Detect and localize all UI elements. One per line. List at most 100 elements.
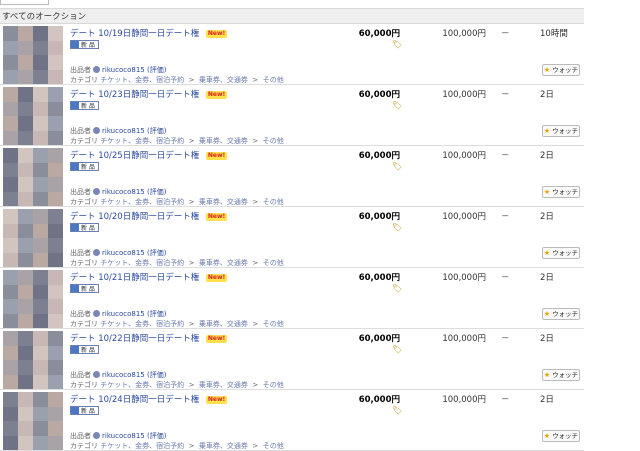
seller-name-link[interactable]: rikucoco815 xyxy=(102,188,145,196)
new-badge: New! xyxy=(205,30,228,38)
seller-line: 出品者 rikucoco815 (評価) xyxy=(70,187,166,197)
item-title[interactable]: デート 10/20日静岡一日デート権 xyxy=(70,212,199,222)
item-thumbnail[interactable] xyxy=(3,331,63,389)
item-thumbnail[interactable] xyxy=(3,26,63,84)
item-title-link[interactable]: デート 10/21日静岡一日デート権 New! xyxy=(70,271,228,283)
watch-label: ウォッチ xyxy=(552,432,579,440)
price-tag-icon: 🏷 xyxy=(392,223,403,232)
remaining-time: 10時間 xyxy=(540,29,568,39)
category-link-3[interactable]: その他 xyxy=(263,442,284,450)
category-link-3[interactable]: その他 xyxy=(263,259,284,267)
item-title[interactable]: デート 10/25日静岡一日デート権 xyxy=(70,151,199,161)
auction-list: デート 10/19日静岡一日デート権 New! 新 品 出品者 rikucoco8… xyxy=(0,24,584,451)
seller-rating-link[interactable]: (評価) xyxy=(147,249,166,257)
item-thumbnail[interactable] xyxy=(3,270,63,328)
item-title-link[interactable]: デート 10/22日静岡一日デート権 New! xyxy=(70,332,228,344)
category-link-2[interactable]: 乗車券、交通券 xyxy=(199,442,248,450)
item-title[interactable]: デート 10/23日静岡一日デート権 xyxy=(70,90,199,100)
search-box-edge[interactable] xyxy=(0,0,49,5)
price-tag-icon: 🏷 xyxy=(392,162,403,171)
category-prefix: カテゴリ xyxy=(70,320,98,328)
seller-name-link[interactable]: rikucoco815 xyxy=(102,249,145,257)
seller-name-link[interactable]: rikucoco815 xyxy=(102,66,145,74)
item-title-link[interactable]: デート 10/23日静岡一日デート権 New! xyxy=(70,88,228,100)
watch-button[interactable]: ★ ウォッチ xyxy=(542,186,580,198)
seller-rating-link[interactable]: (評価) xyxy=(147,310,166,318)
category-link-1[interactable]: チケット、金券、宿泊予約 xyxy=(100,381,184,389)
seller-line: 出品者 rikucoco815 (評価) xyxy=(70,65,166,75)
category-link-1[interactable]: チケット、金券、宿泊予約 xyxy=(100,259,184,267)
category-link-3[interactable]: その他 xyxy=(263,137,284,145)
category-link-2[interactable]: 乗車券、交通券 xyxy=(199,137,248,145)
star-icon: ★ xyxy=(543,66,551,74)
watch-button[interactable]: ★ ウォッチ xyxy=(542,125,580,137)
category-link-1[interactable]: チケット、金券、宿泊予約 xyxy=(100,442,184,450)
item-title[interactable]: デート 10/22日静岡一日デート権 xyxy=(70,334,199,344)
watch-button[interactable]: ★ ウォッチ xyxy=(542,369,580,381)
condition-label: 新 品 xyxy=(81,286,95,293)
seller-name-link[interactable]: rikucoco815 xyxy=(102,371,145,379)
item-title-link[interactable]: デート 10/24日静岡一日デート権 New! xyxy=(70,393,228,405)
category-link-3[interactable]: その他 xyxy=(263,198,284,206)
seller-rating-link[interactable]: (評価) xyxy=(147,432,166,440)
seller-prefix: 出品者 xyxy=(70,371,91,379)
seller-prefix: 出品者 xyxy=(70,432,91,440)
category-link-3[interactable]: その他 xyxy=(263,320,284,328)
watch-button[interactable]: ★ ウォッチ xyxy=(542,308,580,320)
condition-label: 新 品 xyxy=(81,164,95,171)
category-link-1[interactable]: チケット、金券、宿泊予約 xyxy=(100,137,184,145)
buy-now-price: 100,000円 xyxy=(442,151,486,161)
watch-button[interactable]: ★ ウォッチ xyxy=(542,247,580,259)
seller-avatar-icon xyxy=(93,249,100,256)
breadcrumb-separator: > xyxy=(250,381,261,389)
seller-line: 出品者 rikucoco815 (評価) xyxy=(70,370,166,380)
watch-label: ウォッチ xyxy=(552,371,579,379)
breadcrumb-separator: > xyxy=(250,137,261,145)
new-item-icon xyxy=(71,102,79,109)
item-title-link[interactable]: デート 10/19日静岡一日デート権 New! xyxy=(70,27,228,39)
watch-button[interactable]: ★ ウォッチ xyxy=(542,64,580,76)
watch-button[interactable]: ★ ウォッチ xyxy=(542,430,580,442)
star-icon: ★ xyxy=(543,371,551,379)
current-price: 60,000円 xyxy=(358,29,400,39)
bid-count: － xyxy=(501,29,510,39)
price-tag-icon: 🏷 xyxy=(392,40,403,49)
seller-avatar-icon xyxy=(93,188,100,195)
seller-prefix: 出品者 xyxy=(70,249,91,257)
category-prefix: カテゴリ xyxy=(70,137,98,145)
star-icon: ★ xyxy=(543,188,551,196)
star-icon: ★ xyxy=(543,432,551,440)
category-link-2[interactable]: 乗車券、交通券 xyxy=(199,76,248,84)
item-title-link[interactable]: デート 10/25日静岡一日デート権 New! xyxy=(70,149,228,161)
star-icon: ★ xyxy=(543,310,551,318)
item-title[interactable]: デート 10/19日静岡一日デート権 xyxy=(70,29,199,39)
category-link-2[interactable]: 乗車券、交通券 xyxy=(199,198,248,206)
category-link-2[interactable]: 乗車券、交通券 xyxy=(199,381,248,389)
new-badge: New! xyxy=(205,152,228,160)
item-thumbnail[interactable] xyxy=(3,87,63,145)
seller-name-link[interactable]: rikucoco815 xyxy=(102,310,145,318)
category-link-1[interactable]: チケット、金券、宿泊予約 xyxy=(100,198,184,206)
item-title-link[interactable]: デート 10/20日静岡一日デート権 New! xyxy=(70,210,228,222)
seller-rating-link[interactable]: (評価) xyxy=(147,127,166,135)
category-link-3[interactable]: その他 xyxy=(263,381,284,389)
new-item-icon xyxy=(71,407,79,414)
category-link-3[interactable]: その他 xyxy=(263,76,284,84)
category-link-2[interactable]: 乗車券、交通券 xyxy=(199,259,248,267)
new-item-icon xyxy=(71,224,79,231)
seller-name-link[interactable]: rikucoco815 xyxy=(102,127,145,135)
section-header: すべてのオークション xyxy=(0,8,584,24)
item-thumbnail[interactable] xyxy=(3,148,63,206)
item-title[interactable]: デート 10/24日静岡一日デート権 xyxy=(70,395,199,405)
category-link-2[interactable]: 乗車券、交通券 xyxy=(199,320,248,328)
category-link-1[interactable]: チケット、金券、宿泊予約 xyxy=(100,320,184,328)
item-title[interactable]: デート 10/21日静岡一日デート権 xyxy=(70,273,199,283)
seller-rating-link[interactable]: (評価) xyxy=(147,66,166,74)
seller-rating-link[interactable]: (評価) xyxy=(147,188,166,196)
seller-rating-link[interactable]: (評価) xyxy=(147,371,166,379)
item-thumbnail[interactable] xyxy=(3,392,63,450)
item-thumbnail[interactable] xyxy=(3,209,63,267)
category-link-1[interactable]: チケット、金券、宿泊予約 xyxy=(100,76,184,84)
buy-now-price: 100,000円 xyxy=(442,90,486,100)
seller-name-link[interactable]: rikucoco815 xyxy=(102,432,145,440)
